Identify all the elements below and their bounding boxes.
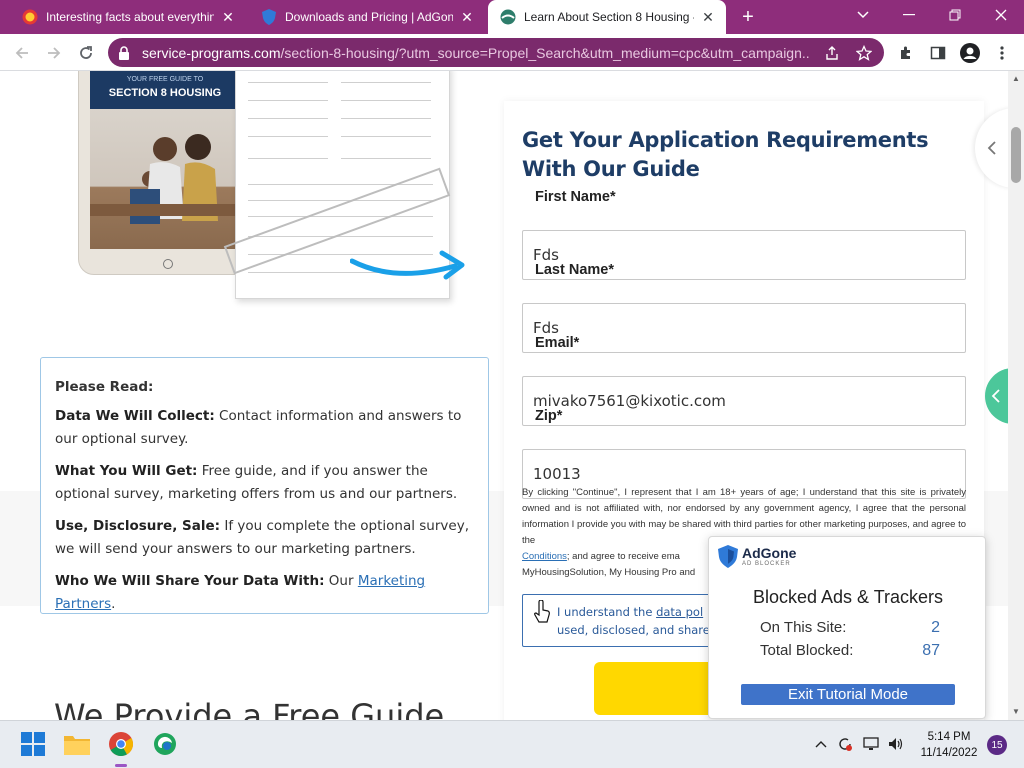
windows-taskbar: 5:14 PM 11/14/2022 15 xyxy=(0,720,1024,768)
share-icon[interactable] xyxy=(822,43,842,63)
last-name-label: Last Name* xyxy=(532,262,617,278)
address-bar[interactable]: service-programs.com/section-8-housing/?… xyxy=(108,38,884,67)
close-window-icon[interactable] xyxy=(978,0,1024,30)
side-panel-icon[interactable] xyxy=(927,42,949,64)
disclosure-item: Use, Disclosure, Sale: If you complete t… xyxy=(55,518,469,557)
tab-close-icon[interactable]: ✕ xyxy=(459,9,475,26)
browser-toolbar: service-programs.com/section-8-housing/?… xyxy=(0,34,1024,71)
guide-banner: YOUR FREE GUIDE TO SECTION 8 HOUSING xyxy=(90,71,240,109)
tab-adgone[interactable]: Downloads and Pricing | AdGone ✕ xyxy=(249,0,485,34)
zip-label: Zip* xyxy=(532,408,566,424)
profile-avatar-icon[interactable] xyxy=(959,42,981,64)
disclosure-item: Data We Will Collect: Contact informatio… xyxy=(55,408,462,447)
active-app-indicator xyxy=(115,764,127,767)
scroll-up-icon[interactable]: ▲ xyxy=(1008,71,1024,87)
back-arrow-icon[interactable] xyxy=(10,41,34,65)
reload-icon[interactable] xyxy=(74,41,98,65)
clock-time: 5:14 PM xyxy=(927,731,971,743)
last-name-field[interactable]: Fds xyxy=(522,303,966,353)
scroll-down-icon[interactable]: ▼ xyxy=(1008,704,1024,720)
on-this-site-row: On This Site: 2 xyxy=(760,619,940,636)
forward-arrow-icon[interactable] xyxy=(42,41,66,65)
exit-tutorial-button[interactable]: Exit Tutorial Mode xyxy=(741,684,955,705)
blue-arrow-icon xyxy=(350,250,465,280)
hand-cursor-icon xyxy=(534,600,550,623)
terms-conditions-link[interactable]: Conditions xyxy=(522,551,567,562)
tray-chevron-icon[interactable] xyxy=(812,735,830,753)
lock-icon[interactable] xyxy=(118,45,132,60)
volume-icon[interactable] xyxy=(887,735,905,753)
network-icon[interactable] xyxy=(862,735,880,753)
guide-banner-subtitle: YOUR FREE GUIDE TO xyxy=(126,76,204,83)
page-scrollbar[interactable]: ▲ ▼ xyxy=(1008,71,1024,720)
tab-search-chevron-icon[interactable] xyxy=(840,0,886,30)
scrollbar-thumb[interactable] xyxy=(1011,127,1021,183)
bookmark-star-icon[interactable] xyxy=(854,43,874,63)
please-read-heading: Please Read: xyxy=(55,379,154,395)
tab-title: Downloads and Pricing | AdGone xyxy=(285,10,453,24)
tab-close-icon[interactable]: ✕ xyxy=(700,9,716,26)
windows-start-icon[interactable] xyxy=(20,731,46,757)
tablet-home-button xyxy=(163,259,173,269)
section-heading: We Provide a Free Guide xyxy=(54,697,445,720)
adgone-logo: AdGone AD BLOCKER xyxy=(718,545,796,568)
file-explorer-icon[interactable] xyxy=(64,731,90,757)
total-blocked-row: Total Blocked: 87 xyxy=(760,642,940,659)
tab-strip: Interesting facts about everything ✕ Dow… xyxy=(0,0,1024,34)
total-blocked-count: 87 xyxy=(922,642,940,659)
edge-icon[interactable] xyxy=(152,731,178,757)
adgone-brand-name: AdGone xyxy=(742,544,797,561)
first-name-label: First Name* xyxy=(532,189,619,205)
system-clock[interactable]: 5:14 PM 11/14/2022 xyxy=(914,729,984,761)
tab-title: Interesting facts about everything xyxy=(46,10,214,24)
on-this-site-count: 2 xyxy=(931,619,940,636)
kebab-menu-icon[interactable] xyxy=(991,42,1013,64)
url-text: service-programs.com/section-8-housing/?… xyxy=(142,44,810,61)
email-field[interactable]: mivako7561@kixotic.com xyxy=(522,376,966,426)
clock-date: 11/14/2022 xyxy=(920,747,978,759)
restore-icon[interactable] xyxy=(932,0,978,30)
disclosure-item: What You Will Get: Free guide, and if yo… xyxy=(55,463,458,502)
tab-favicon-section8-icon xyxy=(500,9,516,25)
minimize-icon[interactable] xyxy=(886,0,932,30)
form-title: Get Your Application Requirements With O… xyxy=(522,128,929,181)
new-tab-button[interactable]: + xyxy=(737,6,759,28)
update-sync-icon[interactable] xyxy=(836,735,854,753)
adgone-popup: AdGone AD BLOCKER Blocked Ads & Trackers… xyxy=(708,536,986,719)
tab-facts[interactable]: Interesting facts about everything ✕ xyxy=(10,0,246,34)
adgone-brand-sub: AD BLOCKER xyxy=(742,560,791,567)
guide-banner-title: SECTION 8 HOUSING xyxy=(108,87,222,99)
tab-title: Learn About Section 8 Housing - xyxy=(524,10,694,24)
popup-heading: Blocked Ads & Trackers xyxy=(752,587,944,607)
extensions-puzzle-icon[interactable] xyxy=(895,42,917,64)
side-widget-chevron-icon[interactable] xyxy=(985,368,1008,424)
tab-close-icon[interactable]: ✕ xyxy=(220,9,236,26)
adgone-shield-icon xyxy=(718,545,738,568)
chrome-icon[interactable] xyxy=(108,731,134,757)
email-label: Email* xyxy=(532,335,583,351)
please-read-box: Please Read: Data We Will Collect: Conta… xyxy=(40,357,489,614)
guide-tablet-image: YOUR FREE GUIDE TO SECTION 8 HOUSING xyxy=(78,71,250,275)
tab-section8[interactable]: Learn About Section 8 Housing - ✕ xyxy=(488,0,726,34)
shield-icon xyxy=(261,9,277,25)
notification-badge[interactable]: 15 xyxy=(987,735,1007,755)
family-photo xyxy=(90,109,240,249)
disclosure-item: Who We Will Share Your Data With: Our Ma… xyxy=(55,573,426,612)
tab-favicon-facts-icon xyxy=(22,9,38,25)
data-policy-link[interactable]: data pol xyxy=(656,605,703,619)
